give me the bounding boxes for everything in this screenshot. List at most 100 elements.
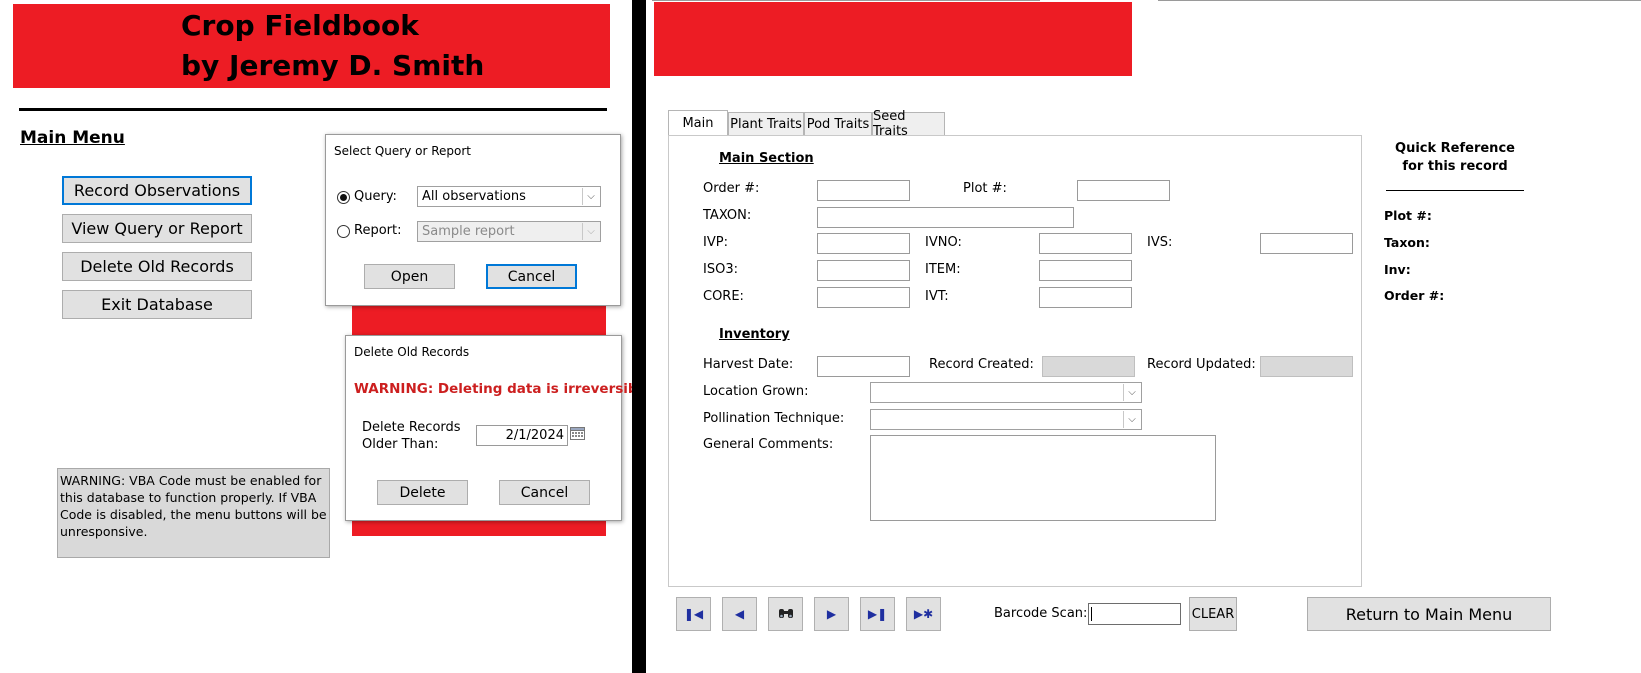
ivno-field[interactable]: [1039, 233, 1132, 254]
pollination-technique-label: Pollination Technique:: [703, 411, 845, 426]
chevron-down-icon[interactable]: ⌵: [582, 223, 599, 240]
quick-ref-order: Order #:: [1384, 288, 1445, 303]
item-label: ITEM:: [925, 262, 961, 277]
delete-older-than-label-2: Older Than:: [362, 437, 439, 452]
report-select[interactable]: Sample report ⌵: [417, 221, 601, 242]
quick-reference-title-1: Quick Reference: [1395, 141, 1515, 156]
plot-label: Plot #:: [963, 181, 1007, 196]
menu-title-bar: Crop Fieldbook by Jeremy D. Smith: [13, 4, 610, 88]
harvest-date-label: Harvest Date:: [703, 357, 794, 372]
tab-main[interactable]: Main: [668, 110, 728, 136]
barcode-scan-label: Barcode Scan:: [994, 606, 1088, 621]
ivs-field[interactable]: [1260, 233, 1353, 254]
new-record-button[interactable]: ▶✱: [906, 597, 941, 631]
delete-cancel-button[interactable]: Cancel: [499, 480, 590, 505]
chevron-down-icon[interactable]: ⌵: [1123, 384, 1140, 401]
find-icon: [778, 609, 793, 618]
chevron-down-icon[interactable]: ⌵: [582, 188, 599, 205]
screenshot-divider: [632, 0, 646, 673]
plot-field[interactable]: [1077, 180, 1170, 201]
menu-divider: [19, 108, 607, 111]
quick-reference-title-2: for this record: [1402, 159, 1508, 174]
inventory-heading: Inventory: [719, 327, 790, 342]
record-created-field: [1042, 356, 1135, 377]
quick-ref-inv: Inv:: [1384, 262, 1411, 277]
exit-database-button[interactable]: Exit Database: [62, 290, 252, 319]
select-query-dialog: Select Query or Report Query: All observ…: [325, 134, 621, 306]
delete-older-than-label-1: Delete Records: [362, 420, 461, 435]
vba-warning-box: WARNING: VBA Code must be enabled for th…: [57, 468, 330, 558]
ivp-label: IVP:: [703, 235, 728, 250]
clear-button[interactable]: CLEAR: [1189, 597, 1237, 631]
first-record-button[interactable]: ❚◀: [676, 597, 711, 631]
ivs-label: IVS:: [1147, 235, 1173, 250]
ivno-label: IVNO:: [925, 235, 962, 250]
top-edge-line: [1158, 0, 1641, 1]
delete-records-dialog: Delete Old Records WARNING: Deleting dat…: [345, 335, 658, 521]
delete-date-value: 2/1/2024: [505, 428, 564, 443]
location-grown-select[interactable]: ⌵: [870, 382, 1142, 403]
record-updated-field: [1260, 356, 1353, 377]
quick-reference-divider: [1386, 190, 1524, 191]
query-select-value: All observations: [422, 189, 526, 204]
ivp-field[interactable]: [817, 233, 910, 254]
delete-button[interactable]: Delete: [377, 480, 468, 505]
general-comments-field[interactable]: [870, 435, 1216, 521]
ivt-label: IVT:: [925, 289, 949, 304]
core-label: CORE:: [703, 289, 744, 304]
last-record-button[interactable]: ▶❚: [860, 597, 895, 631]
taxon-field[interactable]: [817, 207, 1074, 228]
first-record-icon: ❚◀: [683, 607, 704, 621]
top-edge-line: [652, 0, 1040, 1]
iso3-field[interactable]: [817, 260, 910, 281]
record-title-bar: [654, 2, 1132, 76]
main-section-heading: Main Section: [719, 151, 814, 166]
taxon-label: TAXON:: [703, 208, 752, 223]
delete-dialog-title: Delete Old Records: [354, 345, 470, 359]
delete-date-field[interactable]: 2/1/2024: [476, 425, 568, 446]
query-radio[interactable]: [337, 191, 350, 204]
item-field[interactable]: [1039, 260, 1132, 281]
pollination-technique-select[interactable]: ⌵: [870, 409, 1142, 430]
report-label: Report:: [354, 223, 402, 238]
chevron-down-icon[interactable]: ⌵: [1123, 411, 1140, 428]
report-radio[interactable]: [337, 225, 350, 238]
record-observations-button[interactable]: Record Observations: [62, 176, 252, 205]
harvest-date-field[interactable]: [817, 356, 910, 377]
ivt-field[interactable]: [1039, 287, 1132, 308]
view-query-report-button[interactable]: View Query or Report: [62, 214, 252, 243]
app-author: by Jeremy D. Smith: [181, 49, 485, 82]
barcode-scan-field[interactable]: [1088, 603, 1181, 625]
delete-old-records-button[interactable]: Delete Old Records: [62, 252, 252, 281]
order-label: Order #:: [703, 181, 760, 196]
record-created-label: Record Created:: [929, 357, 1034, 372]
next-record-button[interactable]: ▶: [814, 597, 849, 631]
new-record-icon: ▶✱: [913, 607, 934, 621]
last-record-icon: ▶❚: [867, 607, 888, 621]
text-cursor: [1091, 607, 1092, 621]
query-select[interactable]: All observations ⌵: [417, 186, 601, 207]
tab-pod-traits[interactable]: Pod Traits: [804, 112, 872, 135]
record-updated-label: Record Updated:: [1147, 357, 1256, 372]
tab-seed-traits[interactable]: Seed Traits: [872, 109, 945, 139]
location-grown-label: Location Grown:: [703, 384, 809, 399]
query-cancel-button[interactable]: Cancel: [486, 264, 577, 289]
app-title: Crop Fieldbook: [181, 9, 419, 42]
tab-plant-traits[interactable]: Plant Traits: [728, 112, 804, 135]
order-field[interactable]: [817, 180, 910, 201]
menu-form: Crop Fieldbook by Jeremy D. Smith Main M…: [0, 0, 658, 673]
calendar-icon[interactable]: [570, 426, 585, 440]
vba-warning-text: WARNING: VBA Code must be enabled for th…: [60, 473, 327, 539]
delete-warning-text: WARNING: Deleting data is irreversible!: [354, 381, 658, 397]
record-form: Main Plant Traits Pod Traits Seed Traits…: [646, 0, 1641, 673]
core-field[interactable]: [817, 287, 910, 308]
open-button[interactable]: Open: [364, 264, 455, 289]
report-select-value: Sample report: [422, 224, 515, 239]
query-dialog-title: Select Query or Report: [334, 144, 471, 158]
quick-ref-taxon: Taxon:: [1384, 235, 1430, 250]
return-to-main-menu-button[interactable]: Return to Main Menu: [1307, 597, 1551, 631]
general-comments-label: General Comments:: [703, 437, 834, 452]
next-record-icon: ▶: [826, 607, 837, 621]
find-button[interactable]: [768, 597, 803, 631]
previous-record-button[interactable]: ◀: [722, 597, 757, 631]
